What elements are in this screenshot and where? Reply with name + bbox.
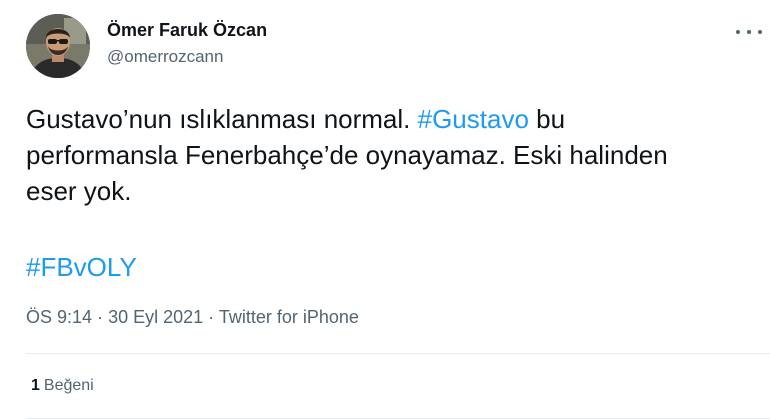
likes-link[interactable]: 1 Beğeni — [31, 377, 94, 395]
author-name[interactable]: Ömer Faruk Özcan — [107, 20, 267, 41]
tweet-text-line-1: Gustavo’nun ıslıklanması normal. #Gustav… — [26, 101, 770, 137]
meta-separator: · — [97, 307, 104, 327]
more-options-button[interactable] — [736, 22, 762, 42]
ellipsis-icon — [758, 30, 762, 34]
avatar[interactable] — [26, 14, 90, 78]
divider — [26, 353, 770, 354]
tweet-meta: ÖS 9:14 · 30 Eyl 2021 · Twitter for iPho… — [26, 307, 359, 328]
tweet-date[interactable]: 30 Eyl 2021 — [108, 307, 203, 327]
tweet-text: Gustavo’nun ıslıklanması normal. #Gustav… — [26, 101, 770, 209]
tweet-text-segment: bu — [528, 104, 566, 134]
tweet-card: Ömer Faruk Özcan @omerrozcann Gustavo’nu… — [0, 0, 770, 419]
ellipsis-icon — [736, 30, 740, 34]
tweet-time[interactable]: ÖS 9:14 — [26, 307, 92, 327]
tweet-text-line-3: eser yok. — [26, 176, 132, 206]
author-handle[interactable]: @omerrozcann — [107, 47, 223, 67]
likes-count: 1 — [31, 377, 40, 394]
meta-separator: · — [208, 307, 215, 327]
hashtag-link-gustavo[interactable]: #Gustavo — [418, 104, 529, 134]
tweet-source[interactable]: Twitter for iPhone — [219, 307, 359, 327]
profile-photo-icon — [26, 14, 90, 78]
hashtag-link-fbvoly[interactable]: #FBvOLY — [26, 249, 137, 285]
likes-label: Beğeni — [43, 377, 94, 394]
tweet-text-segment: Gustavo’nun ıslıklanması normal. — [26, 104, 418, 134]
ellipsis-icon — [747, 30, 751, 34]
tweet-text-line-2: performansla Fenerbahçe’de oynayamaz. Es… — [26, 140, 668, 170]
